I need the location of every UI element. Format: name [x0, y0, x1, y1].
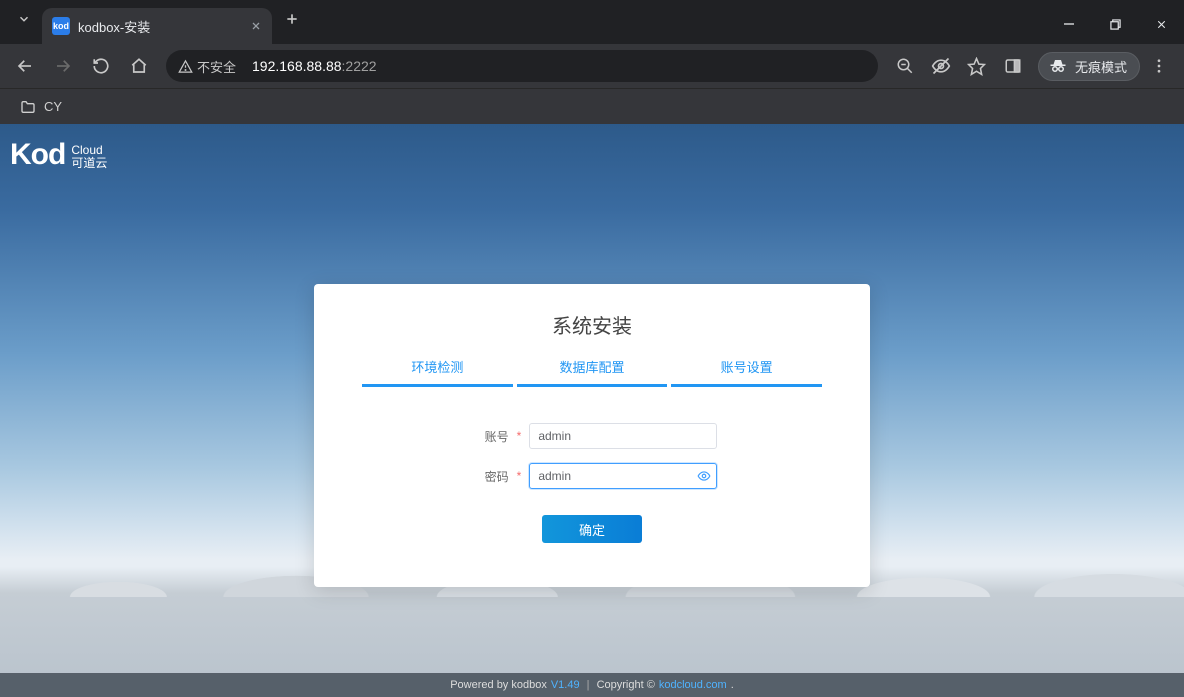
incognito-chip[interactable]: 无痕模式	[1038, 52, 1140, 81]
window-titlebar: kod kodbox-安装	[0, 0, 1184, 44]
step-db-config[interactable]: 数据库配置	[517, 357, 668, 387]
password-label: 密码	[467, 468, 509, 485]
panel-icon[interactable]	[996, 49, 1030, 83]
minimize-button[interactable]	[1046, 4, 1092, 44]
favicon-icon: kod	[52, 17, 70, 35]
footer-copyright: Copyright ©	[597, 679, 655, 691]
security-chip[interactable]: 不安全	[170, 57, 246, 76]
install-card: 系统安装 环境检测 数据库配置 账号设置 账号 * 密码 * 确	[314, 284, 870, 587]
address-bar[interactable]: 不安全 192.168.88.88:2222	[166, 50, 878, 82]
eye-off-icon[interactable]	[924, 49, 958, 83]
required-mark: *	[517, 469, 522, 483]
home-button[interactable]	[122, 49, 156, 83]
url-text: 192.168.88.88:2222	[246, 58, 377, 74]
step-env-check[interactable]: 环境检测	[362, 357, 513, 387]
incognito-label: 无痕模式	[1075, 57, 1127, 76]
footer-prefix: Powered by kodbox	[450, 679, 547, 691]
warning-icon	[178, 59, 193, 74]
account-input[interactable]	[529, 423, 717, 449]
zoom-icon[interactable]	[888, 49, 922, 83]
security-label: 不安全	[197, 57, 236, 76]
footer-version-link[interactable]: V1.49	[551, 679, 580, 691]
bookmark-cy[interactable]: CY	[14, 95, 68, 119]
step-account-setup[interactable]: 账号设置	[671, 357, 822, 387]
required-mark: *	[517, 429, 522, 443]
reload-button[interactable]	[84, 49, 118, 83]
footer-sep: |	[584, 679, 593, 691]
logo-chinese: 可道云	[71, 157, 107, 170]
browser-tab[interactable]: kod kodbox-安装	[42, 8, 272, 44]
close-tab-button[interactable]	[250, 20, 262, 32]
account-label: 账号	[467, 428, 509, 445]
back-button[interactable]	[8, 49, 42, 83]
step-tabs: 环境检测 数据库配置 账号设置	[314, 357, 870, 387]
submit-button[interactable]: 确定	[542, 515, 642, 543]
forward-button[interactable]	[46, 49, 80, 83]
close-window-button[interactable]	[1138, 4, 1184, 44]
menu-button[interactable]	[1142, 49, 1176, 83]
bookmarks-bar: CY	[0, 88, 1184, 124]
window-controls	[1046, 4, 1184, 44]
card-title: 系统安装	[314, 310, 870, 339]
logo-cloud: Cloud	[71, 144, 107, 157]
maximize-button[interactable]	[1092, 4, 1138, 44]
eye-icon[interactable]	[697, 469, 711, 483]
account-form: 账号 * 密码 * 确定	[314, 423, 870, 543]
footer-site-link[interactable]: kodcloud.com	[659, 679, 727, 691]
page-footer: Powered by kodbox V1.49 | Copyright © ko…	[0, 673, 1184, 697]
brand-logo: Kod Cloud 可道云	[10, 138, 107, 172]
tab-title: kodbox-安装	[78, 17, 242, 36]
new-tab-button[interactable]	[284, 11, 300, 27]
incognito-icon	[1049, 57, 1067, 75]
browser-toolbar: 不安全 192.168.88.88:2222 无痕模式	[0, 44, 1184, 88]
tabs-dropdown-button[interactable]	[10, 5, 38, 33]
password-input[interactable]	[529, 463, 717, 489]
bookmark-label: CY	[44, 99, 62, 114]
bookmark-star-icon[interactable]	[960, 49, 994, 83]
footer-suffix: .	[731, 679, 734, 691]
logo-main: Kod	[10, 138, 65, 172]
folder-icon	[20, 99, 36, 115]
page-content: Kod Cloud 可道云 系统安装 环境检测 数据库配置 账号设置 账号 * …	[0, 124, 1184, 697]
